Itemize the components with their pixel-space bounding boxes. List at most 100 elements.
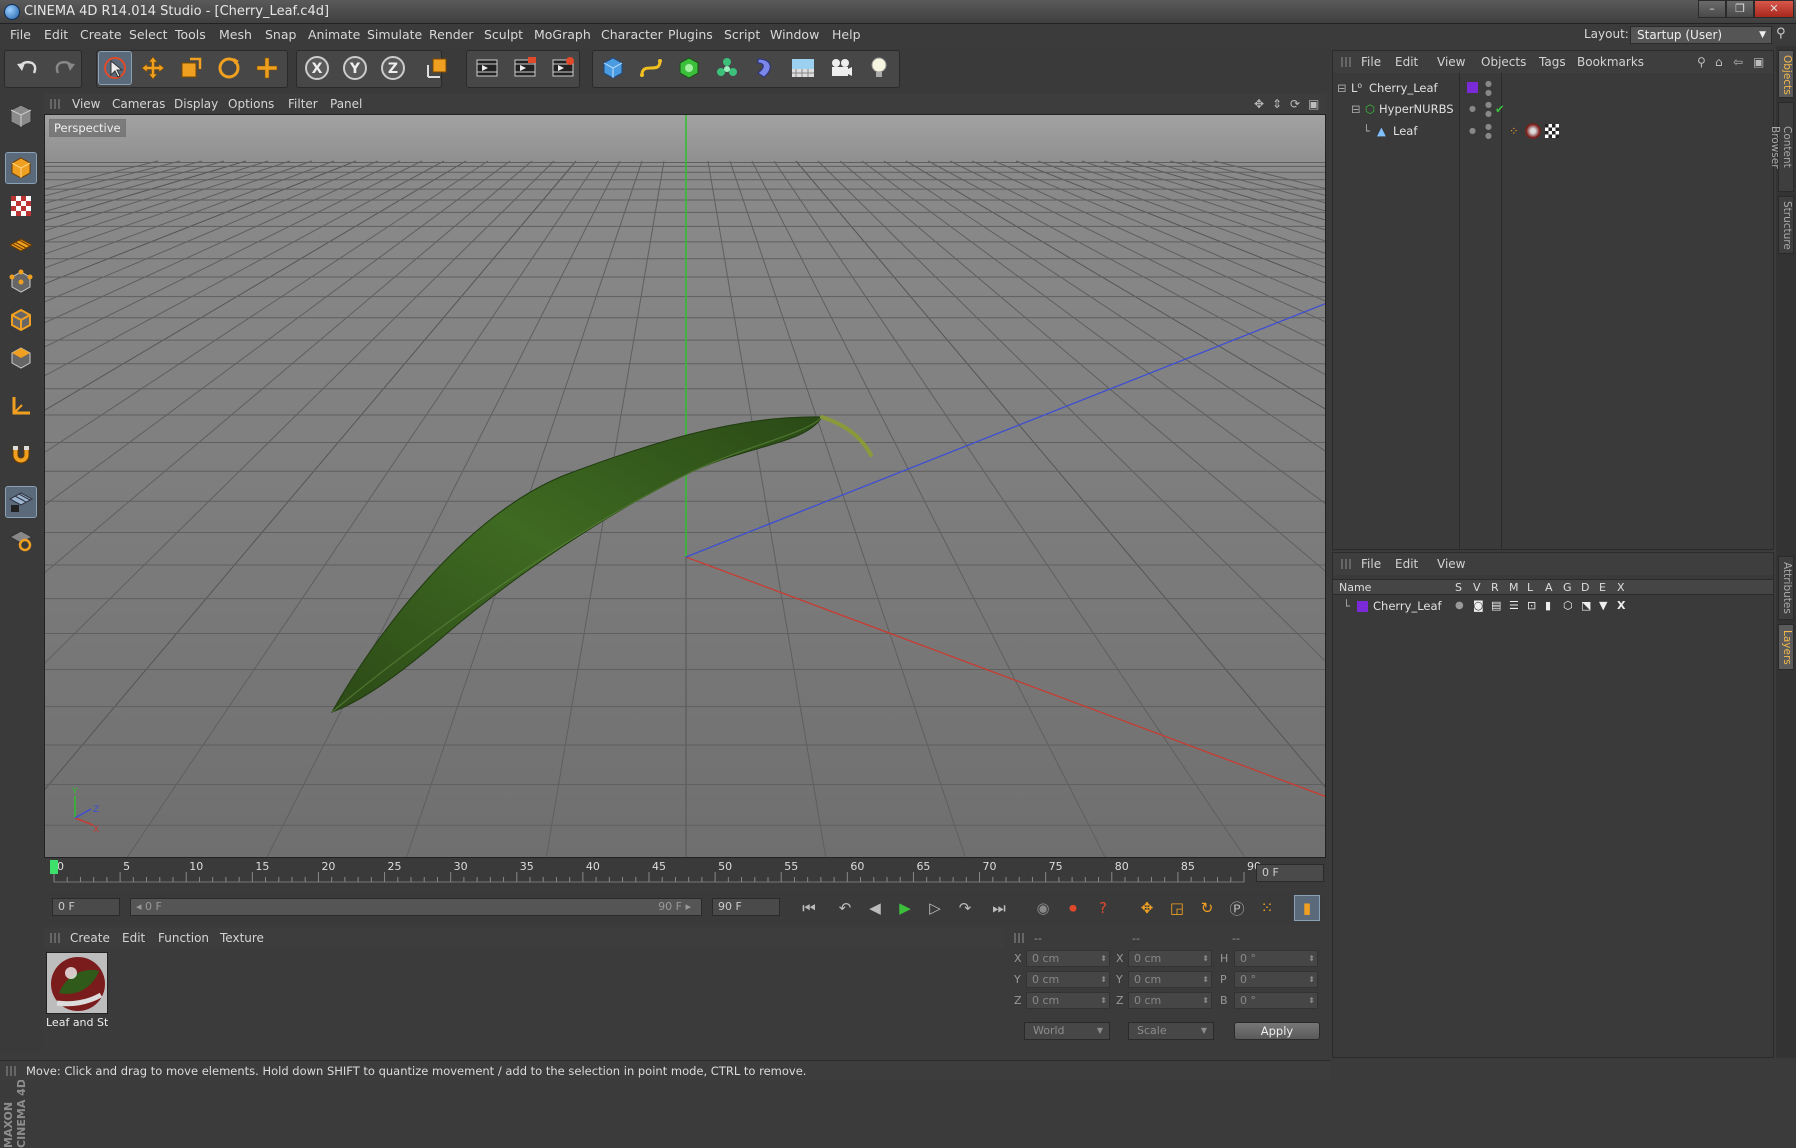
size-mode-dropdown[interactable]: Scale ▼ bbox=[1128, 1022, 1214, 1040]
playhead[interactable] bbox=[50, 860, 58, 874]
timeline-window-icon[interactable]: ▮ bbox=[1294, 895, 1320, 921]
viewport-zoom-icon[interactable]: ⇕ bbox=[1272, 97, 1282, 111]
menu-mograph[interactable]: MoGraph bbox=[534, 27, 591, 42]
objects-menu-file[interactable]: File bbox=[1361, 55, 1381, 69]
frame-range-slider[interactable]: ◂ 0 F 90 F ▸ bbox=[130, 898, 702, 916]
column-expressions[interactable]: E bbox=[1599, 581, 1606, 594]
deformer-icon[interactable] bbox=[748, 51, 782, 85]
tab-structure[interactable]: Structure bbox=[1778, 196, 1794, 254]
x-axis-icon[interactable]: X bbox=[300, 51, 334, 85]
coordinate-system-icon[interactable] bbox=[420, 51, 454, 85]
view-toggle-icon[interactable]: ◙ bbox=[1473, 597, 1484, 615]
menu-window[interactable]: Window bbox=[770, 27, 819, 42]
material-tag-icon[interactable] bbox=[1525, 123, 1541, 139]
minimize-button[interactable]: – bbox=[1698, 0, 1726, 18]
maximize-button[interactable]: ❐ bbox=[1726, 0, 1754, 18]
visibility-dots-icon[interactable]: ● ● bbox=[1485, 79, 1492, 97]
start-frame-field[interactable]: 0 F bbox=[52, 898, 120, 916]
texture-mode-icon[interactable] bbox=[5, 190, 37, 222]
go-to-start-icon[interactable]: ⏮ bbox=[796, 895, 822, 921]
go-to-end-icon[interactable]: ⏭ bbox=[986, 895, 1012, 921]
record-point-level-icon[interactable]: ⁙ bbox=[1254, 895, 1280, 921]
viewport-menu-view[interactable]: View bbox=[72, 97, 100, 111]
viewport-maximize-icon[interactable]: ▣ bbox=[1308, 97, 1319, 111]
current-frame-display[interactable]: 0 F bbox=[1256, 864, 1324, 882]
tab-objects[interactable]: Objects bbox=[1778, 50, 1794, 98]
record-parameter-icon[interactable]: Ⓟ bbox=[1224, 895, 1250, 921]
menu-character[interactable]: Character bbox=[601, 27, 663, 42]
perspective-viewport[interactable]: Y X Z Perspective bbox=[44, 114, 1326, 858]
xref-toggle-icon[interactable]: X bbox=[1617, 597, 1625, 615]
column-render[interactable]: R bbox=[1491, 581, 1499, 594]
phong-tag-icon[interactable]: ⁘ bbox=[1509, 122, 1519, 140]
go-to-next-key-icon[interactable]: ↷ bbox=[952, 895, 978, 921]
visibility-dots-icon[interactable]: ● ● bbox=[1485, 100, 1492, 118]
navigation-icon[interactable]: ⇦ bbox=[1733, 55, 1743, 69]
locked-workplane-icon[interactable] bbox=[5, 486, 37, 518]
objects-menu-bookmarks[interactable]: Bookmarks bbox=[1577, 55, 1644, 69]
panel-grip-icon[interactable] bbox=[1341, 57, 1351, 67]
objects-menu-objects[interactable]: Objects bbox=[1481, 55, 1526, 69]
menu-plugins[interactable]: Plugins bbox=[668, 27, 713, 42]
redo-icon[interactable] bbox=[48, 51, 82, 85]
record-scale-icon[interactable]: ◲ bbox=[1164, 895, 1190, 921]
home-icon[interactable]: ⌂ bbox=[1715, 55, 1723, 69]
play-icon[interactable]: ▶ bbox=[892, 895, 918, 921]
spinner-icon[interactable]: ⬍ bbox=[1308, 972, 1315, 987]
layers-menu-view[interactable]: View bbox=[1437, 557, 1465, 571]
panel-grip-icon[interactable] bbox=[50, 99, 60, 109]
menu-animate[interactable]: Animate bbox=[308, 27, 360, 42]
enable-axis-icon[interactable] bbox=[5, 390, 37, 422]
menu-edit[interactable]: Edit bbox=[44, 27, 68, 42]
column-view[interactable]: V bbox=[1473, 581, 1481, 594]
uvw-tag-icon[interactable] bbox=[1545, 124, 1559, 138]
spinner-icon[interactable]: ⬍ bbox=[1308, 993, 1315, 1008]
material-menu-edit[interactable]: Edit bbox=[122, 931, 145, 945]
end-frame-field[interactable]: 90 F bbox=[712, 898, 780, 916]
coordinate-space-dropdown[interactable]: World ▼ bbox=[1024, 1022, 1110, 1040]
spinner-icon[interactable]: ⬍ bbox=[1202, 951, 1209, 966]
position-y-field[interactable]: 0 cm ⬍ bbox=[1026, 971, 1110, 988]
rotation-b-field[interactable]: 0 ° ⬍ bbox=[1234, 992, 1318, 1009]
column-xref[interactable]: X bbox=[1617, 581, 1625, 594]
spinner-icon[interactable]: ⬍ bbox=[1100, 993, 1107, 1008]
menu-render[interactable]: Render bbox=[429, 27, 474, 42]
viewport-rotate-icon[interactable]: ⟳ bbox=[1290, 97, 1300, 111]
viewport-menu-options[interactable]: Options bbox=[228, 97, 274, 111]
edges-mode-icon[interactable] bbox=[5, 304, 37, 336]
object-row-hypernurbs[interactable]: ⊟ ⬡ HyperNURBS ● ● ● ✔ bbox=[1337, 100, 1771, 118]
snap-magnet-icon[interactable] bbox=[5, 438, 37, 470]
objects-menu-tags[interactable]: Tags bbox=[1539, 55, 1566, 69]
deformers-toggle-icon[interactable]: ⬔ bbox=[1581, 597, 1591, 615]
visibility-dots-icon[interactable]: ● bbox=[1469, 122, 1476, 140]
rotation-h-field[interactable]: 0 ° ⬍ bbox=[1234, 950, 1318, 967]
spinner-icon[interactable]: ⬍ bbox=[1202, 972, 1209, 987]
viewport-move-icon[interactable]: ✥ bbox=[1254, 97, 1264, 111]
nurbs-icon[interactable] bbox=[672, 51, 706, 85]
position-x-field[interactable]: 0 cm ⬍ bbox=[1026, 950, 1110, 967]
material-name[interactable]: Leaf and St bbox=[46, 1016, 108, 1029]
close-button[interactable]: ✕ bbox=[1754, 0, 1794, 18]
viewport-menu-display[interactable]: Display bbox=[174, 97, 218, 111]
material-menu-function[interactable]: Function bbox=[158, 931, 209, 945]
viewport-menu-panel[interactable]: Panel bbox=[330, 97, 362, 111]
collapse-icon[interactable]: ⊟ bbox=[1337, 79, 1347, 97]
keyframe-selection-icon[interactable]: ? bbox=[1090, 895, 1116, 921]
column-locked[interactable]: L bbox=[1527, 581, 1533, 594]
apply-button[interactable]: Apply bbox=[1234, 1022, 1320, 1040]
viewport-menu-cameras[interactable]: Cameras bbox=[112, 97, 165, 111]
enabled-checkmark-icon[interactable]: ✔ bbox=[1495, 100, 1505, 118]
menu-create[interactable]: Create bbox=[80, 27, 122, 42]
object-row-leaf[interactable]: └ ▲ Leaf ● ● ● ⁘ bbox=[1337, 122, 1771, 140]
object-row-cherry-leaf[interactable]: ⊟ L⁰ Cherry_Leaf ● ● bbox=[1337, 79, 1771, 97]
camera-icon[interactable] bbox=[824, 51, 858, 85]
panel-grip-icon[interactable] bbox=[6, 1066, 16, 1076]
z-axis-icon[interactable]: Z bbox=[376, 51, 410, 85]
scale-icon[interactable] bbox=[174, 51, 208, 85]
timeline-ruler[interactable]: 0 5 10 15 20 25 30 35 40 45 50 55 60 65 70 75 80 85 90 0 F bbox=[44, 858, 1326, 888]
live-selection-icon[interactable] bbox=[98, 51, 132, 85]
manager-toggle-icon[interactable]: ☰ bbox=[1509, 597, 1519, 615]
column-solo[interactable]: S bbox=[1455, 581, 1462, 594]
solo-toggle-icon[interactable]: ● bbox=[1455, 597, 1464, 615]
search-icon[interactable]: ⚲ bbox=[1776, 26, 1794, 44]
